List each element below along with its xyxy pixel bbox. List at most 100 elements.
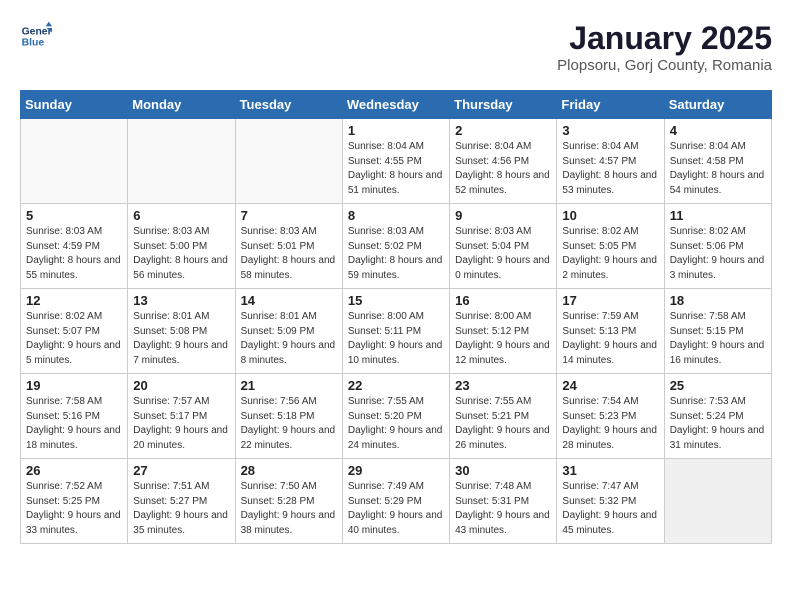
- day-number: 6: [133, 208, 229, 223]
- day-info: Sunrise: 7:55 AM Sunset: 5:21 PM Dayligh…: [455, 395, 551, 453]
- weekday-header-cell: Thursday: [450, 91, 557, 119]
- day-number: 20: [133, 378, 229, 393]
- weekday-header-cell: Monday: [128, 91, 235, 119]
- day-number: 28: [241, 463, 337, 478]
- calendar-week-row: 19Sunrise: 7:58 AM Sunset: 5:16 PM Dayli…: [21, 374, 772, 459]
- day-info: Sunrise: 8:03 AM Sunset: 5:04 PM Dayligh…: [455, 225, 551, 283]
- month-title: January 2025: [557, 20, 772, 57]
- calendar-day-cell: 24Sunrise: 7:54 AM Sunset: 5:23 PM Dayli…: [557, 374, 664, 459]
- calendar-day-cell: 4 Sunrise: 8:04 AM Sunset: 4:58 PM Daylig…: [664, 119, 771, 204]
- calendar-day-cell: [21, 119, 128, 204]
- day-info: Sunrise: 8:02 AM Sunset: 5:05 PM Dayligh…: [562, 225, 658, 283]
- calendar-day-cell: 22 Sunrise: 7:55 AM Sunset: 5:20 PM Dayli…: [342, 374, 449, 459]
- day-info: Sunrise: 8:04 AM Sunset: 4:57 PM Dayligh…: [562, 140, 658, 198]
- logo-icon: General Blue: [20, 20, 52, 52]
- calendar-day-cell: 10 Sunrise: 8:02 AM Sunset: 5:05 PM Dayli…: [557, 204, 664, 289]
- calendar-day-cell: 26 Sunrise: 7:52 AM Sunset: 5:25 PM Dayli…: [21, 459, 128, 544]
- day-info: Sunrise: 8:02 AM Sunset: 5:07 PM Dayligh…: [26, 310, 122, 368]
- day-number: 12: [26, 293, 122, 308]
- day-info: Sunrise: 8:03 AM Sunset: 5:00 PM Dayligh…: [133, 225, 229, 283]
- day-number: 30: [455, 463, 551, 478]
- calendar-day-cell: 30 Sunrise: 7:48 AM Sunset: 5:31 PM Dayli…: [450, 459, 557, 544]
- day-number: 13: [133, 293, 229, 308]
- day-number: 16: [455, 293, 551, 308]
- calendar-day-cell: 27 Sunrise: 7:51 AM Sunset: 5:27 PM Dayli…: [128, 459, 235, 544]
- day-info: Sunrise: 7:59 AM Sunset: 5:13 PM Dayligh…: [562, 310, 658, 368]
- day-info: Sunrise: 7:49 AM Sunset: 5:29 PM Dayligh…: [348, 480, 444, 538]
- day-number: 7: [241, 208, 337, 223]
- page-header: General Blue January 2025 Plopsoru, Gorj…: [20, 20, 772, 74]
- weekday-header-cell: Tuesday: [235, 91, 342, 119]
- day-number: 2: [455, 123, 551, 138]
- calendar-day-cell: 2Sunrise: 8:04 AM Sunset: 4:56 PM Daylig…: [450, 119, 557, 204]
- day-number: 8: [348, 208, 444, 223]
- day-info: Sunrise: 8:00 AM Sunset: 5:11 PM Dayligh…: [348, 310, 444, 368]
- weekday-header-row: SundayMondayTuesdayWednesdayThursdayFrid…: [21, 91, 772, 119]
- weekday-header-cell: Friday: [557, 91, 664, 119]
- calendar-day-cell: 7Sunrise: 8:03 AM Sunset: 5:01 PM Daylig…: [235, 204, 342, 289]
- calendar-day-cell: 18Sunrise: 7:58 AM Sunset: 5:15 PM Dayli…: [664, 289, 771, 374]
- calendar-day-cell: [128, 119, 235, 204]
- calendar-day-cell: 8 Sunrise: 8:03 AM Sunset: 5:02 PM Daylig…: [342, 204, 449, 289]
- calendar-day-cell: [664, 459, 771, 544]
- day-info: Sunrise: 8:02 AM Sunset: 5:06 PM Dayligh…: [670, 225, 766, 283]
- day-info: Sunrise: 7:58 AM Sunset: 5:16 PM Dayligh…: [26, 395, 122, 453]
- calendar-day-cell: 13 Sunrise: 8:01 AM Sunset: 5:08 PM Dayli…: [128, 289, 235, 374]
- calendar-week-row: 26 Sunrise: 7:52 AM Sunset: 5:25 PM Dayli…: [21, 459, 772, 544]
- weekday-header-cell: Sunday: [21, 91, 128, 119]
- day-number: 11: [670, 208, 766, 223]
- svg-text:Blue: Blue: [22, 38, 45, 49]
- day-number: 25: [670, 378, 766, 393]
- calendar-day-cell: 12 Sunrise: 8:02 AM Sunset: 5:07 PM Dayli…: [21, 289, 128, 374]
- location-subtitle: Plopsoru, Gorj County, Romania: [557, 57, 772, 74]
- calendar-day-cell: 15 Sunrise: 8:00 AM Sunset: 5:11 PM Dayli…: [342, 289, 449, 374]
- day-number: 10: [562, 208, 658, 223]
- title-block: January 2025 Plopsoru, Gorj County, Roma…: [557, 20, 772, 74]
- day-info: Sunrise: 7:53 AM Sunset: 5:24 PM Dayligh…: [670, 395, 766, 453]
- day-info: Sunrise: 8:04 AM Sunset: 4:58 PM Dayligh…: [670, 140, 766, 198]
- day-number: 26: [26, 463, 122, 478]
- day-number: 23: [455, 378, 551, 393]
- calendar-day-cell: 3 Sunrise: 8:04 AM Sunset: 4:57 PM Daylig…: [557, 119, 664, 204]
- logo: General Blue: [20, 20, 52, 52]
- calendar-week-row: 1 Sunrise: 8:04 AM Sunset: 4:55 PM Daylig…: [21, 119, 772, 204]
- calendar-day-cell: 17 Sunrise: 7:59 AM Sunset: 5:13 PM Dayli…: [557, 289, 664, 374]
- day-info: Sunrise: 8:01 AM Sunset: 5:08 PM Dayligh…: [133, 310, 229, 368]
- day-info: Sunrise: 8:01 AM Sunset: 5:09 PM Dayligh…: [241, 310, 337, 368]
- day-number: 15: [348, 293, 444, 308]
- calendar-day-cell: 20Sunrise: 7:57 AM Sunset: 5:17 PM Dayli…: [128, 374, 235, 459]
- weekday-header-cell: Saturday: [664, 91, 771, 119]
- calendar-day-cell: 11 Sunrise: 8:02 AM Sunset: 5:06 PM Dayli…: [664, 204, 771, 289]
- day-number: 5: [26, 208, 122, 223]
- calendar-day-cell: 14 Sunrise: 8:01 AM Sunset: 5:09 PM Dayli…: [235, 289, 342, 374]
- day-number: 1: [348, 123, 444, 138]
- calendar-day-cell: 31 Sunrise: 7:47 AM Sunset: 5:32 PM Dayli…: [557, 459, 664, 544]
- day-info: Sunrise: 7:48 AM Sunset: 5:31 PM Dayligh…: [455, 480, 551, 538]
- calendar-day-cell: [235, 119, 342, 204]
- calendar-body: 1 Sunrise: 8:04 AM Sunset: 4:55 PM Daylig…: [21, 119, 772, 544]
- day-number: 17: [562, 293, 658, 308]
- day-info: Sunrise: 8:03 AM Sunset: 5:02 PM Dayligh…: [348, 225, 444, 283]
- calendar-day-cell: 1 Sunrise: 8:04 AM Sunset: 4:55 PM Daylig…: [342, 119, 449, 204]
- day-number: 29: [348, 463, 444, 478]
- calendar-week-row: 5Sunrise: 8:03 AM Sunset: 4:59 PM Daylig…: [21, 204, 772, 289]
- calendar-day-cell: 25 Sunrise: 7:53 AM Sunset: 5:24 PM Dayli…: [664, 374, 771, 459]
- calendar-day-cell: 6 Sunrise: 8:03 AM Sunset: 5:00 PM Daylig…: [128, 204, 235, 289]
- day-info: Sunrise: 7:52 AM Sunset: 5:25 PM Dayligh…: [26, 480, 122, 538]
- day-number: 31: [562, 463, 658, 478]
- day-info: Sunrise: 7:47 AM Sunset: 5:32 PM Dayligh…: [562, 480, 658, 538]
- calendar-table: SundayMondayTuesdayWednesdayThursdayFrid…: [20, 90, 772, 544]
- day-number: 22: [348, 378, 444, 393]
- day-number: 14: [241, 293, 337, 308]
- day-number: 3: [562, 123, 658, 138]
- day-number: 4: [670, 123, 766, 138]
- day-number: 21: [241, 378, 337, 393]
- calendar-day-cell: 29 Sunrise: 7:49 AM Sunset: 5:29 PM Dayli…: [342, 459, 449, 544]
- day-number: 27: [133, 463, 229, 478]
- day-info: Sunrise: 7:51 AM Sunset: 5:27 PM Dayligh…: [133, 480, 229, 538]
- calendar-day-cell: 5Sunrise: 8:03 AM Sunset: 4:59 PM Daylig…: [21, 204, 128, 289]
- day-info: Sunrise: 8:04 AM Sunset: 4:55 PM Dayligh…: [348, 140, 444, 198]
- day-info: Sunrise: 7:54 AM Sunset: 5:23 PM Dayligh…: [562, 395, 658, 453]
- day-number: 9: [455, 208, 551, 223]
- day-info: Sunrise: 7:55 AM Sunset: 5:20 PM Dayligh…: [348, 395, 444, 453]
